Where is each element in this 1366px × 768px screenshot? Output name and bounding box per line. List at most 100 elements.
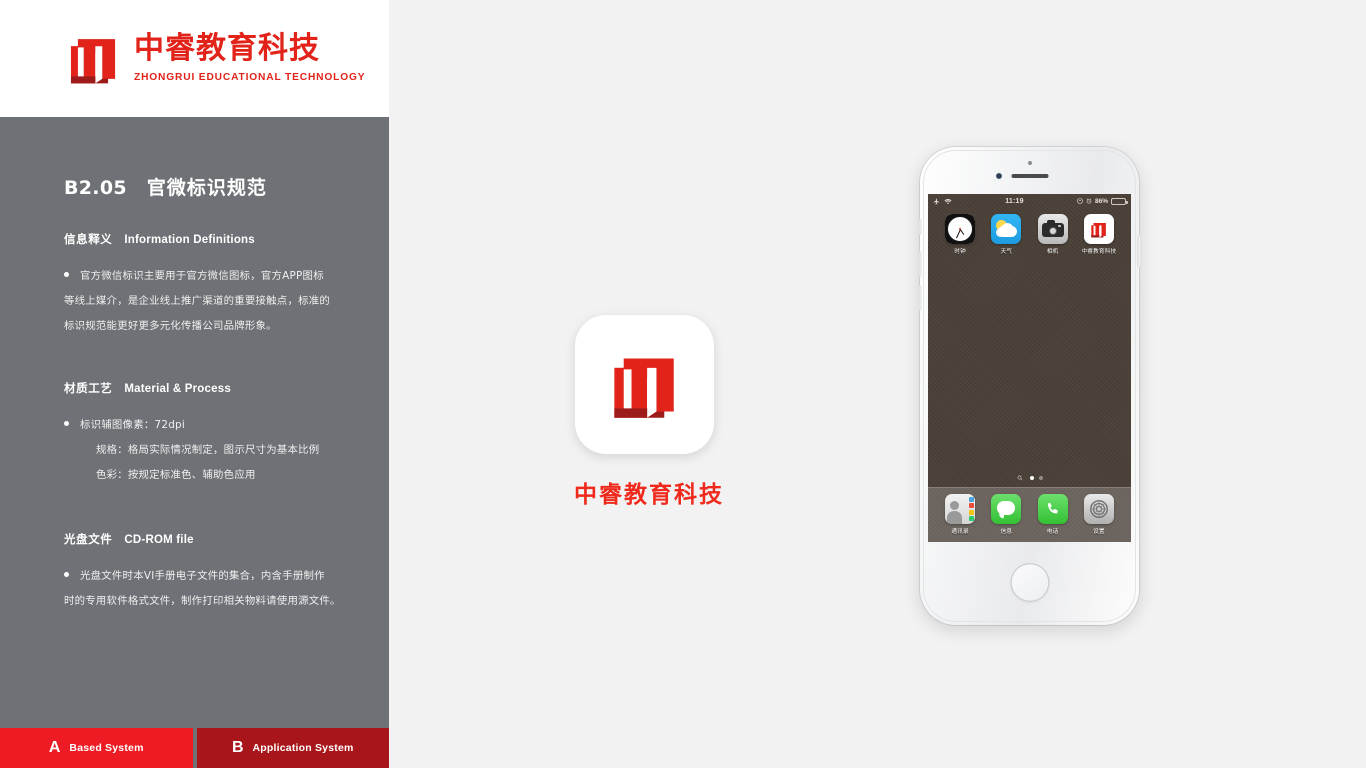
front-camera-icon bbox=[995, 173, 1002, 179]
tab-label: Application System bbox=[252, 742, 354, 754]
status-time: 11:19 bbox=[1005, 197, 1024, 205]
app-weather[interactable]: 天气 bbox=[987, 214, 1025, 255]
app-label: 相机 bbox=[1046, 249, 1059, 255]
page-dot-active[interactable] bbox=[1029, 476, 1034, 480]
tab-based-system[interactable]: A Based System bbox=[0, 728, 193, 768]
brand-name-cn: 中睿教育科技 bbox=[134, 31, 320, 67]
open-book-logo-icon bbox=[64, 30, 122, 88]
airplane-icon bbox=[933, 198, 940, 204]
body-line-text: 光盘文件时本VI手册电子文件的集合，内含手册制作 bbox=[80, 570, 325, 582]
app-label: 通讯录 bbox=[951, 529, 969, 535]
rotation-lock-icon bbox=[1077, 198, 1083, 204]
status-right: 86% bbox=[1077, 197, 1128, 205]
app-camera[interactable]: 相机 bbox=[1034, 214, 1072, 255]
messages-icon bbox=[991, 494, 1022, 524]
app-clock[interactable]: 时钟 bbox=[941, 214, 979, 255]
volume-down-button[interactable] bbox=[919, 285, 922, 311]
block-heading-cn: 材质工艺 bbox=[64, 381, 113, 395]
block-heading: 材质工艺 Material & Process bbox=[64, 380, 356, 396]
block-heading: 信息释义 Information Definitions bbox=[64, 231, 356, 247]
dock-app-settings[interactable]: 设置 bbox=[1080, 494, 1118, 535]
app-label: 时钟 bbox=[954, 249, 966, 255]
block-heading: 光盘文件 CD-ROM file bbox=[64, 531, 356, 547]
block-heading-en: CD-ROM file bbox=[124, 534, 194, 546]
section-title-cn: 官微标识规范 bbox=[146, 177, 267, 199]
block-heading-cn: 光盘文件 bbox=[64, 532, 113, 546]
block-heading-en: Information Definitions bbox=[124, 234, 255, 246]
showcase-label: 中睿教育科技 bbox=[574, 482, 724, 508]
battery-icon bbox=[1111, 197, 1128, 205]
brand-text: 中睿教育科技 ZHONGRUI EDUCATIONAL TECHNOLOGY bbox=[134, 33, 389, 84]
iphone-mockup: 11:19 86% 时钟 天气 相机 中睿教育科技 通讯录 信息 电话 设置 bbox=[919, 147, 1140, 625]
bullet-icon bbox=[64, 272, 69, 277]
clock-icon bbox=[945, 214, 976, 244]
camera-icon bbox=[1037, 214, 1068, 244]
body-line: 官方微信标识主要用于官方微信图标，官方APP图标 bbox=[64, 264, 356, 289]
section-number: B2.05 bbox=[64, 177, 127, 199]
body-line: 色彩：按规定标准色、辅助色应用 bbox=[96, 469, 256, 481]
battery-percent-label: 86% bbox=[1094, 197, 1108, 205]
app-label: 电话 bbox=[1046, 529, 1059, 535]
app-label: 设置 bbox=[1093, 529, 1105, 535]
app-label: 中睿教育科技 bbox=[1081, 249, 1117, 255]
body-line: 光盘文件时本VI手册电子文件的集合，内含手册制作 bbox=[64, 564, 356, 589]
search-icon[interactable] bbox=[1017, 475, 1023, 481]
brand-app-icon bbox=[574, 315, 714, 454]
proximity-sensor-icon bbox=[1027, 161, 1032, 165]
sidebar: B2.05 官微标识规范 信息释义 Information Definitions … bbox=[0, 117, 389, 728]
left-column: 中睿教育科技 ZHONGRUI EDUCATIONAL TECHNOLOGY B… bbox=[0, 0, 389, 768]
page-title: B2.05 官微标识规范 bbox=[64, 173, 267, 200]
power-button[interactable] bbox=[1137, 235, 1140, 267]
bullet-icon bbox=[64, 572, 69, 577]
wifi-icon bbox=[944, 198, 952, 204]
body-line: 标识辅图像素：72dpi bbox=[64, 413, 356, 438]
brand-header: 中睿教育科技 ZHONGRUI EDUCATIONAL TECHNOLOGY bbox=[0, 0, 389, 117]
tab-letter: A bbox=[48, 739, 61, 756]
brand-name-en: ZHONGRUI EDUCATIONAL TECHNOLOGY bbox=[134, 71, 366, 83]
volume-up-button[interactable] bbox=[919, 251, 922, 277]
weather-icon bbox=[991, 214, 1022, 244]
block-heading-cn: 信息释义 bbox=[64, 232, 113, 246]
block-body: 光盘文件时本VI手册电子文件的集合，内含手册制作 时的专用软件格式文件，制作打印… bbox=[64, 564, 356, 614]
dock-app-messages[interactable]: 信息 bbox=[987, 494, 1025, 535]
body-line-text: 标识辅图像素：72dpi bbox=[80, 419, 186, 431]
dock: 通讯录 信息 电话 设置 bbox=[928, 487, 1131, 542]
phone-icon bbox=[1037, 494, 1068, 524]
status-left bbox=[933, 198, 952, 205]
block-body: 官方微信标识主要用于官方微信图标，官方APP图标 等线上媒介，是企业线上推广渠道… bbox=[64, 264, 356, 339]
tab-letter: B bbox=[231, 739, 244, 756]
block-heading-en: Material & Process bbox=[124, 383, 231, 395]
phone-screen: 11:19 86% 时钟 天气 相机 中睿教育科技 通讯录 信息 电话 设置 bbox=[928, 194, 1131, 542]
settings-icon bbox=[1083, 494, 1114, 524]
block-body: 标识辅图像素：72dpi 规格：格局实际情况制定，图示尺寸为基本比例 色彩：按规… bbox=[64, 413, 356, 488]
vi-manual-page: 中睿教育科技 ZHONGRUI EDUCATIONAL TECHNOLOGY B… bbox=[0, 0, 1366, 768]
app-label: 信息 bbox=[1000, 529, 1013, 535]
app-brand[interactable]: 中睿教育科技 bbox=[1080, 214, 1118, 255]
alarm-icon bbox=[1086, 198, 1092, 204]
dock-app-contacts[interactable]: 通讯录 bbox=[941, 494, 979, 535]
info-definitions-block: 信息释义 Information Definitions 官方微信标识主要用于官方… bbox=[64, 231, 356, 339]
status-bar: 11:19 86% bbox=[928, 194, 1131, 208]
cdrom-file-block: 光盘文件 CD-ROM file 光盘文件时本VI手册电子文件的集合，内含手册制作… bbox=[64, 531, 356, 614]
brand-lockup: 中睿教育科技 ZHONGRUI EDUCATIONAL TECHNOLOGY bbox=[64, 30, 389, 88]
earpiece-speaker bbox=[1011, 174, 1048, 178]
body-line-text: 官方微信标识主要用于官方微信图标，官方APP图标 bbox=[80, 270, 324, 282]
dock-app-phone[interactable]: 电话 bbox=[1034, 494, 1072, 535]
app-label: 天气 bbox=[1000, 249, 1013, 255]
body-line: 规格：格局实际情况制定，图示尺寸为基本比例 bbox=[96, 444, 320, 456]
brand-app-icon bbox=[1083, 214, 1114, 244]
home-button[interactable] bbox=[1010, 563, 1049, 602]
body-line: 等线上媒介，是企业线上推广渠道的重要接触点，标准的 bbox=[64, 295, 331, 307]
tab-label: Based System bbox=[69, 742, 144, 754]
app-icon-showcase: 中睿教育科技 bbox=[574, 315, 724, 509]
body-line: 时的专用软件格式文件，制作打印相关物料请使用源文件。 bbox=[64, 595, 341, 607]
silent-switch[interactable] bbox=[919, 219, 922, 235]
material-process-block: 材质工艺 Material & Process 标识辅图像素：72dpi 规格：格… bbox=[64, 380, 356, 488]
home-screen-app-grid: 时钟 天气 相机 中睿教育科技 bbox=[928, 214, 1131, 255]
page-indicator bbox=[928, 475, 1131, 481]
body-line: 标识规范能更好更多元化传播公司品牌形象。 bbox=[64, 320, 277, 332]
showcase-stage: 中睿教育科技 11:19 86% 时钟 天气 相机 中睿教育科技 通讯录 信息 … bbox=[389, 0, 1366, 768]
page-dot[interactable] bbox=[1038, 476, 1043, 480]
tab-application-system[interactable]: B Application System bbox=[196, 728, 389, 768]
contacts-icon bbox=[945, 494, 976, 524]
